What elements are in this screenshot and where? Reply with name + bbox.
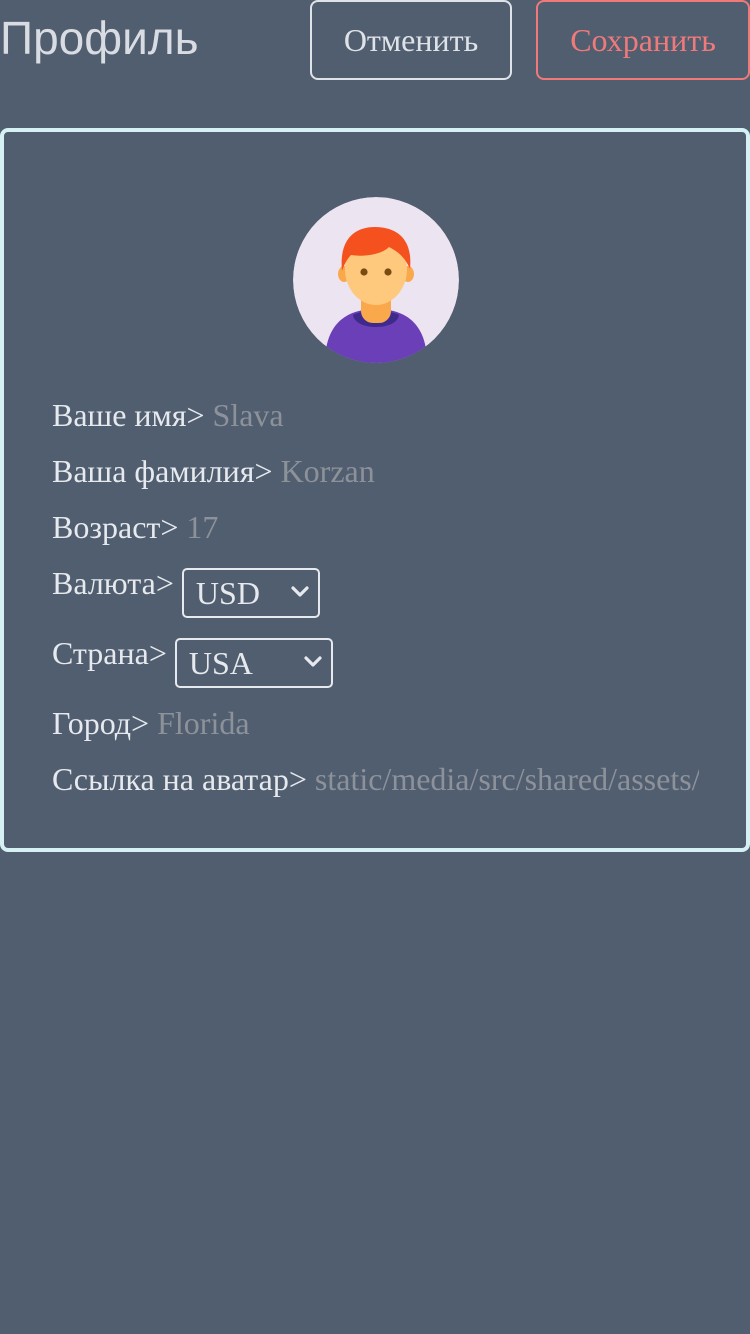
country-select[interactable]: USA bbox=[176, 640, 331, 686]
first-name-label: Ваше имя> bbox=[52, 397, 205, 433]
currency-label: Валюта> bbox=[52, 565, 174, 601]
header: Профиль Отменить Сохранить bbox=[0, 0, 750, 80]
currency-select-wrap: USD bbox=[181, 568, 320, 618]
cancel-button[interactable]: Отменить bbox=[310, 0, 512, 80]
country-select-wrap: USA bbox=[174, 638, 333, 688]
last-name-label: Ваша фамилия> bbox=[52, 453, 273, 489]
page-title: Профиль bbox=[0, 12, 199, 64]
avatar-link-label: Ссылка на аватар> bbox=[52, 761, 307, 797]
age-label: Возраст> bbox=[52, 509, 179, 545]
user-avatar-icon bbox=[293, 197, 459, 363]
last-name-input[interactable] bbox=[280, 453, 481, 489]
age-input[interactable] bbox=[186, 509, 387, 545]
city-label: Город> bbox=[52, 705, 150, 741]
first-name-row: Ваше имя> bbox=[52, 397, 413, 437]
currency-row: Валюта> USD bbox=[52, 565, 320, 621]
avatar-link-row: Ссылка на аватар> bbox=[52, 761, 699, 801]
country-row: Страна> USA bbox=[52, 635, 333, 691]
last-name-row: Ваша фамилия> bbox=[52, 453, 481, 493]
country-label: Страна> bbox=[52, 635, 167, 671]
avatar bbox=[293, 197, 459, 363]
save-button[interactable]: Сохранить bbox=[536, 0, 750, 80]
first-name-input[interactable] bbox=[212, 397, 413, 433]
avatar-link-input[interactable] bbox=[314, 761, 699, 797]
age-row: Возраст> bbox=[52, 509, 387, 549]
currency-select[interactable]: USD bbox=[183, 570, 318, 616]
city-input[interactable] bbox=[157, 705, 378, 741]
city-row: Город> bbox=[52, 705, 378, 745]
